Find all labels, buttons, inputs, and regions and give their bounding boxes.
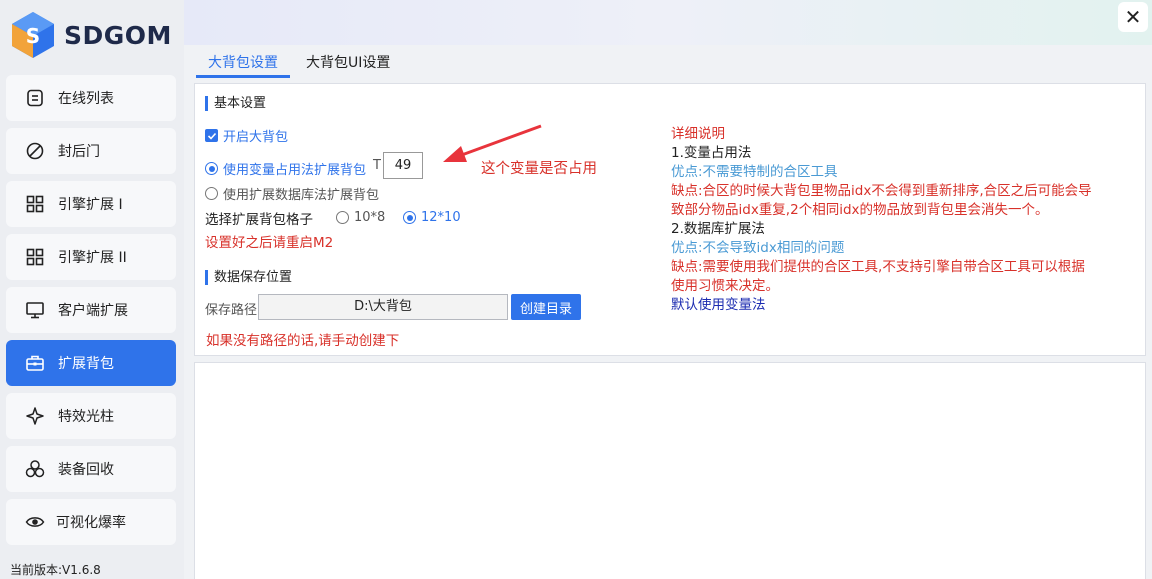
storage-title: 数据保存位置 [205,270,292,285]
description-con2-line2: 使用习惯来决定。 [671,278,779,294]
grid-icon [24,246,46,268]
logo: S SDGOM [10,9,180,61]
sidebar-item-engine-ext-2[interactable]: 引擎扩展 II [6,234,176,280]
sidebar-item-label: 客户端扩展 [58,303,128,319]
sidebar-item-drop-rate[interactable]: 可视化爆率 [6,499,176,545]
description-default: 默认使用变量法 [671,297,766,313]
radio-selected-icon [205,162,218,175]
mode-database-label: 使用扩展数据库法扩展背包 [223,188,380,203]
version-label: 当前版本:V1.6.8 [10,563,101,577]
sidebar-item-client-ext[interactable]: 客户端扩展 [6,287,176,333]
tab-bag-ui-settings[interactable]: 大背包UI设置 [292,48,404,78]
t-prefix-label: T [373,158,381,173]
settings-panel: 基本设置 开启大背包 使用变量占用法扩展背包 T 49 这个变量是否占用 使用扩… [194,83,1146,356]
save-path-input[interactable]: D:\大背包 [258,294,508,320]
annotation-text: 这个变量是否占用 [481,161,597,177]
radio-unselected-icon [205,187,218,200]
description-method2: 2.数据库扩展法 [671,221,765,237]
sidebar-item-block-backdoor[interactable]: 封后门 [6,128,176,174]
grid-icon [24,193,46,215]
sidebar-item-equip-recycle[interactable]: 装备回收 [6,446,176,492]
close-icon: ✕ [1124,5,1142,29]
description-pro1: 优点:不需要特制的合区工具 [671,164,838,180]
radio-selected-icon [403,211,416,224]
monitor-icon [24,299,46,321]
grid-option-label: 12*10 [421,210,461,225]
sidebar: S SDGOM 在线列表 封后门 引擎扩展 I 引擎扩展 II 客户端扩展 扩展… [0,0,184,579]
description-pro2: 优点:不会导致idx相同的问题 [671,240,845,256]
sparkle-icon [24,405,46,427]
create-directory-button[interactable]: 创建目录 [511,294,581,320]
enable-bag-label: 开启大背包 [223,130,289,145]
sidebar-item-label: 在线列表 [58,91,114,107]
description-method1: 1.变量占用法 [671,145,752,161]
sidebar-item-effect-beam[interactable]: 特效光柱 [6,393,176,439]
sidebar-item-online-list[interactable]: 在线列表 [6,75,176,121]
path-label: 保存路径 [205,303,258,318]
description-con2-line1: 缺点:需要使用我们提供的合区工具,不支持引擎自带合区工具可以根据 [671,259,1085,275]
window-header: ✕ [184,0,1152,45]
checkbox-checked-icon [205,129,218,142]
sdgom-logo-icon: S [12,12,54,58]
description-con1-line1: 缺点:合区的时候大背包里物品idx不会得到重新排序,合区之后可能会导 [671,183,1092,199]
description-heading: 详细说明 [671,126,725,142]
recycle-icon [24,458,46,480]
mode-variable-label: 使用变量占用法扩展背包 [223,163,367,178]
sidebar-item-label: 装备回收 [58,462,114,478]
description-con1-line2: 致部分物品idx重复,2个相同idx的物品放到背包里会消失一个。 [671,202,1049,218]
eye-icon [24,511,46,533]
storage-note: 如果没有路径的话,请手动创建下 [206,333,400,349]
close-button[interactable]: ✕ [1118,2,1148,32]
log-panel [194,362,1146,579]
grid-option-label: 10*8 [354,210,386,225]
logo-text: SDGOM [64,20,172,50]
briefcase-icon [24,352,46,374]
sidebar-item-label: 引擎扩展 II [58,250,127,266]
sidebar-item-engine-ext-1[interactable]: 引擎扩展 I [6,181,176,227]
sidebar-item-label: 扩展背包 [58,356,114,372]
svg-text:S: S [26,24,40,48]
grid-size-label: 选择扩展背包格子 [205,212,313,228]
enable-bag-checkbox[interactable]: 开启大背包 [205,126,288,145]
sidebar-item-label: 封后门 [58,144,100,160]
block-icon [24,140,46,162]
mode-variable-radio[interactable]: 使用变量占用法扩展背包 [205,159,366,178]
restart-note: 设置好之后请重启M2 [205,235,334,251]
tab-bag-settings[interactable]: 大背包设置 [194,48,292,78]
tab-bar: 大背包设置 大背包UI设置 [194,48,404,78]
sidebar-item-label: 特效光柱 [58,409,114,425]
sidebar-item-label: 引擎扩展 I [58,197,123,213]
sidebar-item-extend-bag[interactable]: 扩展背包 [6,340,176,386]
list-icon [24,87,46,109]
grid-option-12x10[interactable]: 12*10 [403,210,461,225]
t-variable-input[interactable]: 49 [383,152,423,179]
basic-settings-title: 基本设置 [205,96,266,111]
mode-database-radio[interactable]: 使用扩展数据库法扩展背包 [205,184,379,203]
grid-option-10x8[interactable]: 10*8 [336,210,385,225]
radio-unselected-icon [336,211,349,224]
sidebar-item-label: 可视化爆率 [56,515,126,531]
